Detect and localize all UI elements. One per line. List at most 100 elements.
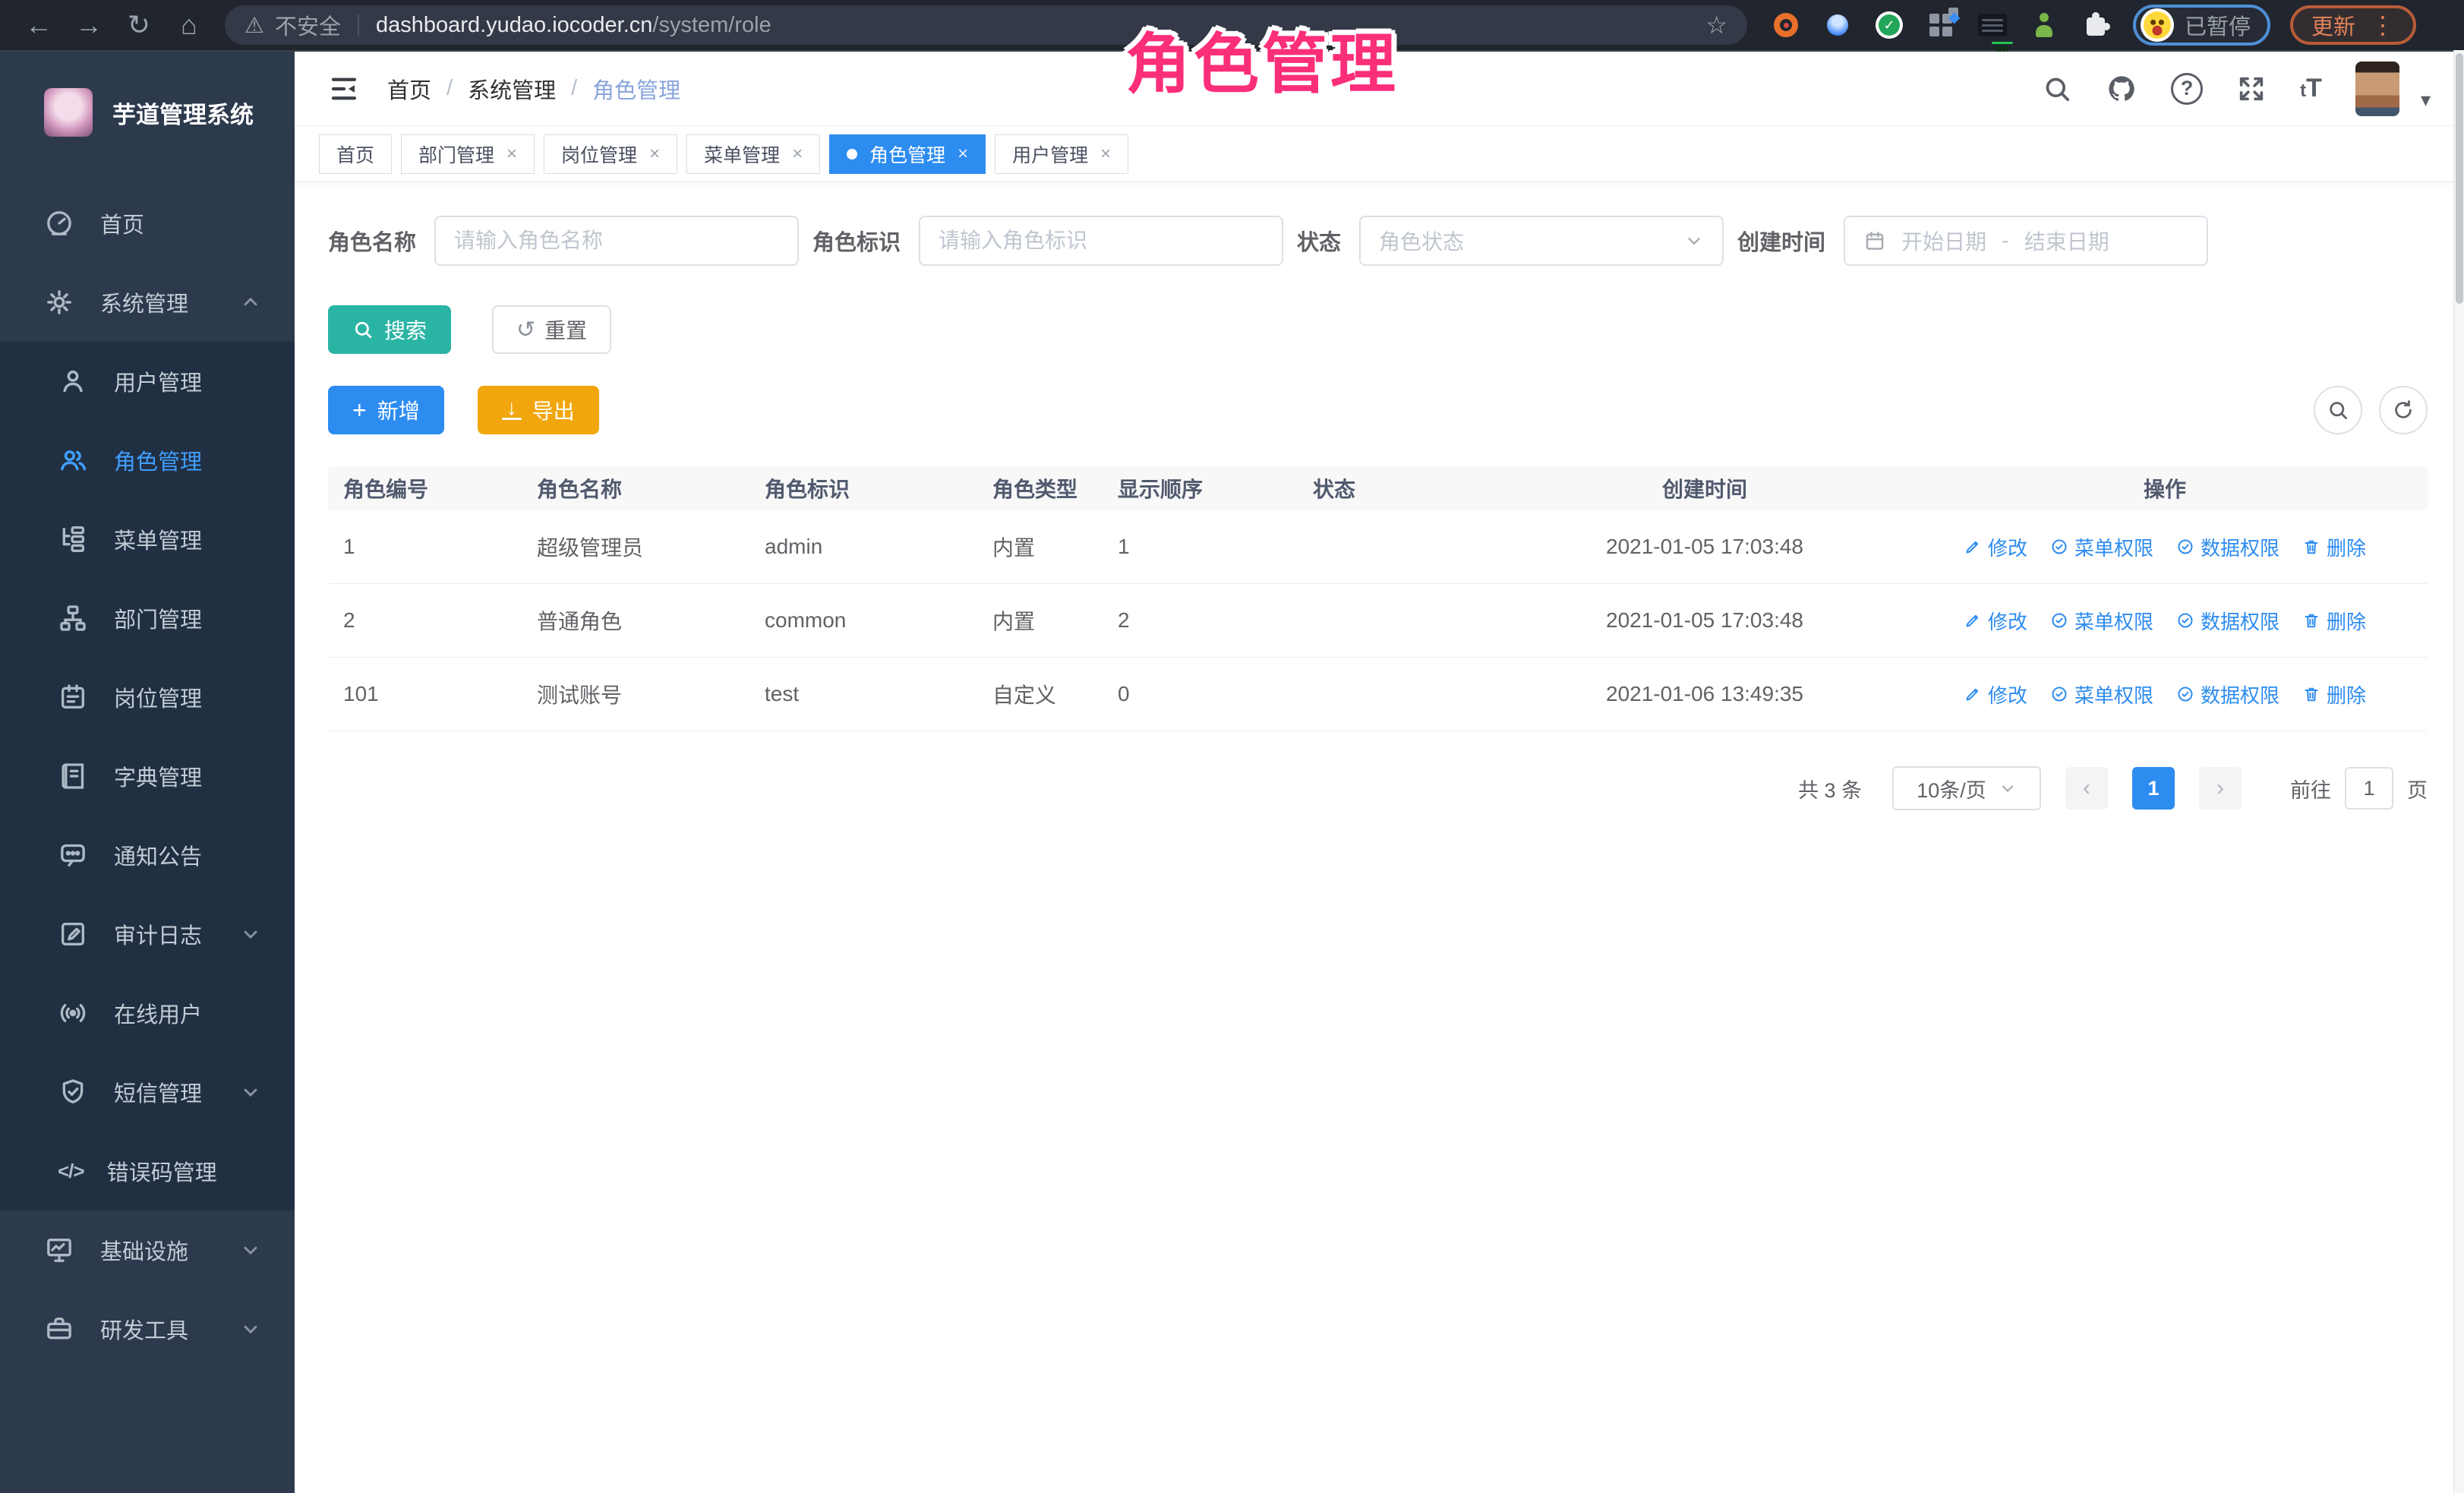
status-select[interactable]: 角色状态	[1359, 216, 1724, 266]
refresh-table-button[interactable]	[2379, 386, 2428, 434]
avatar-caret-icon[interactable]: ▾	[2421, 88, 2431, 112]
circle-check-icon	[2050, 538, 2068, 556]
data-permission-action[interactable]: 数据权限	[2176, 680, 2279, 709]
shield-icon	[58, 1077, 88, 1107]
data-permission-action[interactable]: 数据权限	[2176, 533, 2279, 561]
browser-forward-button[interactable]: →	[64, 4, 114, 46]
circle-check-icon	[2176, 685, 2194, 703]
app-logo-row[interactable]: 芋道管理系统	[0, 52, 295, 173]
sidebar-item-menu-mgmt[interactable]: 菜单管理	[0, 500, 295, 579]
reset-button[interactable]: ↺ 重置	[492, 305, 611, 354]
sidebar-item-notice[interactable]: 通知公告	[0, 816, 295, 895]
sidebar-item-user-mgmt[interactable]: 用户管理	[0, 342, 295, 421]
profile-paused-chip[interactable]: 已暂停	[2133, 5, 2270, 46]
next-page-button[interactable]: ›	[2199, 767, 2242, 810]
sidebar-item-post-mgmt[interactable]: 岗位管理	[0, 658, 295, 737]
close-icon[interactable]: ×	[506, 144, 517, 165]
sidebar-item-home[interactable]: 首页	[0, 184, 295, 263]
data-permission-action[interactable]: 数据权限	[2176, 607, 2279, 635]
sidebar-item-sms-mgmt[interactable]: 短信管理	[0, 1053, 295, 1132]
page-scrollbar[interactable]	[2453, 50, 2464, 1493]
breadcrumb-home[interactable]: 首页	[387, 73, 431, 105]
sidebar-item-audit-log[interactable]: 审计日志	[0, 895, 295, 974]
start-date-placeholder[interactable]: 开始日期	[1901, 226, 1986, 256]
tab-user-mgmt[interactable]: 用户管理 ×	[995, 134, 1128, 174]
page-size-select[interactable]: 10条/页	[1892, 766, 2041, 810]
bulb-extension-icon[interactable]	[1823, 11, 1852, 39]
menu-permission-action[interactable]: 菜单权限	[2050, 680, 2153, 709]
delete-action[interactable]: 删除	[2302, 680, 2366, 709]
breadcrumb-system[interactable]: 系统管理	[468, 73, 556, 105]
edit-action[interactable]: 修改	[1964, 607, 2027, 635]
sidebar-item-system[interactable]: 系统管理	[0, 263, 295, 342]
delete-action[interactable]: 删除	[2302, 533, 2366, 561]
edit-action[interactable]: 修改	[1964, 680, 2027, 709]
target-extension-icon[interactable]	[1771, 11, 1800, 39]
role-key-input[interactable]	[939, 229, 1264, 253]
user-icon	[58, 366, 88, 396]
tab-post-mgmt[interactable]: 岗位管理 ×	[544, 134, 677, 174]
tab-menu-mgmt[interactable]: 菜单管理 ×	[686, 134, 820, 174]
role-name-input[interactable]	[454, 229, 779, 253]
trash-icon	[2302, 685, 2320, 703]
browser-home-button[interactable]: ⌂	[164, 4, 214, 46]
role-key-label: 角色标识	[812, 225, 901, 257]
sidebar-item-dict-mgmt[interactable]: 字典管理	[0, 737, 295, 816]
role-sort: 2	[1118, 608, 1313, 633]
goto-page-input[interactable]	[2345, 767, 2393, 810]
toggle-search-button[interactable]	[2314, 386, 2362, 434]
grid-extension-icon[interactable]: ◆	[1926, 11, 1955, 39]
recorder-extension-icon[interactable]: on	[1978, 11, 2007, 39]
browser-update-button[interactable]: 更新 ⋮	[2290, 5, 2416, 45]
sidebar-item-role-mgmt[interactable]: 角色管理	[0, 421, 295, 500]
page-unit-label: 页	[2407, 774, 2428, 803]
sidebar: 芋道管理系统 首页 系统管理	[0, 52, 295, 1493]
paused-label: 已暂停	[2185, 9, 2251, 41]
font-size-icon[interactable]: tT	[2300, 74, 2322, 103]
browser-reload-button[interactable]: ↻	[114, 4, 164, 46]
bookmark-star-icon[interactable]: ☆	[1705, 11, 1727, 39]
search-icon[interactable]	[2042, 74, 2072, 104]
page-1-button[interactable]: 1	[2132, 767, 2175, 810]
end-date-placeholder[interactable]: 结束日期	[2024, 226, 2109, 256]
tab-dept-mgmt[interactable]: 部门管理 ×	[401, 134, 535, 174]
add-button[interactable]: + 新增	[328, 386, 444, 434]
delete-action[interactable]: 删除	[2302, 607, 2366, 635]
help-icon[interactable]: ?	[2171, 73, 2203, 105]
menu-permission-action[interactable]: 菜单权限	[2050, 533, 2153, 561]
table-row: 101 测试账号 test 自定义 0 2021-01-06 13:49:35 …	[328, 658, 2428, 731]
edit-action[interactable]: 修改	[1964, 533, 2027, 561]
tab-home[interactable]: 首页	[319, 134, 392, 174]
url-host: dashboard.yudao.iocoder.cn	[376, 13, 652, 38]
security-label[interactable]: 不安全	[275, 9, 341, 41]
github-icon[interactable]	[2106, 73, 2137, 105]
table-header: 角色编号 角色名称 角色标识 角色类型 显示顺序 状态 创建时间 操作	[328, 466, 2428, 510]
browser-menu-icon[interactable]: ⋮	[2371, 11, 2395, 39]
user-avatar[interactable]	[2355, 62, 2399, 116]
close-icon[interactable]: ×	[958, 144, 968, 165]
scrollbar-thumb[interactable]	[2456, 53, 2463, 304]
sidebar-item-errcode-mgmt[interactable]: </> 错误码管理	[0, 1132, 295, 1210]
sidebar-item-online-users[interactable]: 在线用户	[0, 974, 295, 1053]
date-range-picker[interactable]: 开始日期 - 结束日期	[1844, 216, 2208, 266]
puzzle-extensions-icon[interactable]	[2081, 11, 2110, 39]
close-icon[interactable]: ×	[1100, 144, 1111, 165]
person-extension-icon[interactable]	[2030, 11, 2059, 39]
close-icon[interactable]: ×	[792, 144, 803, 165]
sidebar-fold-icon[interactable]	[328, 73, 360, 105]
sidebar-item-infrastructure[interactable]: 基础设施	[0, 1210, 295, 1289]
check-extension-icon[interactable]: ✓	[1875, 11, 1904, 39]
sidebar-item-dev-tools[interactable]: 研发工具	[0, 1289, 295, 1368]
prev-page-button[interactable]: ‹	[2065, 767, 2108, 810]
close-icon[interactable]: ×	[649, 144, 660, 165]
export-button[interactable]: ↓ 导出	[478, 386, 599, 434]
browser-back-button[interactable]: ←	[14, 4, 64, 46]
sidebar-item-dept-mgmt[interactable]: 部门管理	[0, 579, 295, 658]
tab-role-mgmt[interactable]: 角色管理 ×	[829, 134, 986, 174]
fullscreen-icon[interactable]	[2236, 74, 2267, 104]
search-button[interactable]: 搜索	[328, 305, 451, 354]
address-bar[interactable]: ⚠ 不安全 dashboard.yudao.iocoder.cn /system…	[225, 5, 1747, 45]
goto-label: 前往	[2290, 774, 2331, 803]
circle-check-icon	[2050, 611, 2068, 630]
menu-permission-action[interactable]: 菜单权限	[2050, 607, 2153, 635]
